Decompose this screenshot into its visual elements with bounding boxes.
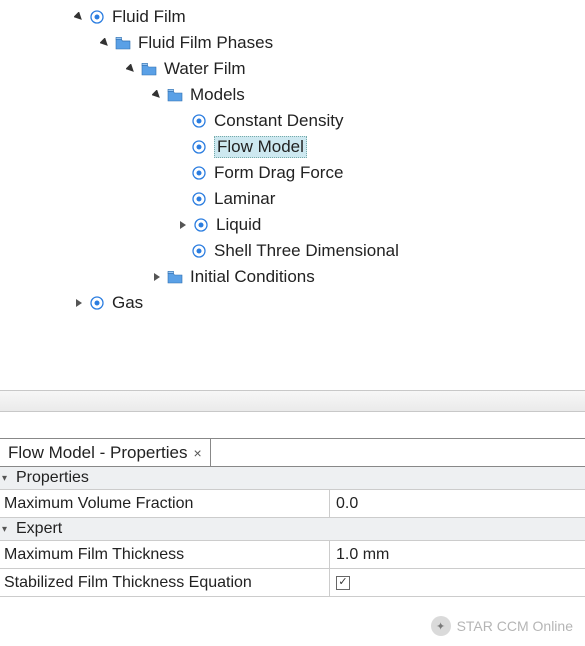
close-icon[interactable]: × — [194, 445, 202, 461]
module-icon — [190, 112, 208, 130]
module-icon — [190, 242, 208, 260]
property-value[interactable]: 1.0 mm — [330, 541, 585, 568]
tree-item-laminar[interactable]: Laminar — [0, 186, 585, 212]
tree-item-water-film[interactable]: Water Film — [0, 56, 585, 82]
model-tree[interactable]: Fluid Film Fluid Film Phases Water Film … — [0, 0, 585, 390]
tab-flow-model-properties[interactable]: Flow Model - Properties × — [0, 439, 211, 466]
tree-item-initial-conditions[interactable]: Initial Conditions — [0, 264, 585, 290]
tree-item-fluid-film[interactable]: Fluid Film — [0, 4, 585, 30]
tree-label: Laminar — [214, 189, 275, 209]
property-value[interactable]: 0.0 — [330, 490, 585, 517]
property-row-max-film-thickness: Maximum Film Thickness 1.0 mm — [0, 541, 585, 569]
property-name: Stabilized Film Thickness Equation — [0, 569, 330, 596]
folder-icon — [140, 60, 158, 78]
caret-down-icon: ▾ — [2, 473, 14, 484]
tree-item-fluid-film-phases[interactable]: Fluid Film Phases — [0, 30, 585, 56]
module-icon — [190, 138, 208, 156]
expand-toggle[interactable] — [150, 270, 164, 284]
folder-icon — [166, 268, 184, 286]
tree-label: Gas — [112, 293, 143, 313]
property-row-max-volume-fraction: Maximum Volume Fraction 0.0 — [0, 490, 585, 518]
properties-tab-bar: Flow Model - Properties × — [0, 438, 585, 467]
panel-divider[interactable] — [0, 390, 585, 412]
caret-down-icon: ▾ — [2, 524, 14, 535]
expand-toggle[interactable] — [150, 88, 164, 102]
tree-label: Fluid Film — [112, 7, 186, 27]
module-icon — [190, 164, 208, 182]
watermark: ✦ STAR CCM Online — [431, 616, 573, 636]
panel-gap — [0, 412, 585, 438]
tree-item-form-drag-force[interactable]: Form Drag Force — [0, 160, 585, 186]
tree-item-liquid[interactable]: Liquid — [0, 212, 585, 238]
tree-label: Fluid Film Phases — [138, 33, 273, 53]
property-name: Maximum Film Thickness — [0, 541, 330, 568]
tree-label: Form Drag Force — [214, 163, 343, 183]
module-icon — [190, 190, 208, 208]
section-title: Expert — [16, 520, 62, 538]
expand-toggle[interactable] — [98, 36, 112, 50]
section-header-properties[interactable]: ▾ Properties — [0, 467, 585, 490]
property-row-stabilized-equation: Stabilized Film Thickness Equation ✓ — [0, 569, 585, 597]
tree-item-constant-density[interactable]: Constant Density — [0, 108, 585, 134]
expand-toggle[interactable] — [72, 296, 86, 310]
section-header-expert[interactable]: ▾ Expert — [0, 518, 585, 541]
watermark-icon: ✦ — [431, 616, 451, 636]
tree-item-models[interactable]: Models — [0, 82, 585, 108]
tree-item-gas[interactable]: Gas — [0, 290, 585, 316]
tree-label: Models — [190, 85, 245, 105]
folder-icon — [166, 86, 184, 104]
expand-toggle[interactable] — [72, 10, 86, 24]
tree-label: Water Film — [164, 59, 246, 79]
tree-label: Shell Three Dimensional — [214, 241, 399, 261]
expand-toggle[interactable] — [176, 218, 190, 232]
tab-title: Flow Model - Properties — [8, 443, 188, 463]
tree-item-flow-model[interactable]: Flow Model — [0, 134, 585, 160]
tree-label: Flow Model — [214, 136, 307, 158]
property-value[interactable]: ✓ — [330, 569, 585, 596]
watermark-text: STAR CCM Online — [457, 618, 573, 634]
checkbox-checked-icon[interactable]: ✓ — [336, 576, 350, 590]
expand-toggle[interactable] — [124, 62, 138, 76]
tree-label: Liquid — [216, 215, 261, 235]
tree-item-shell-three-dimensional[interactable]: Shell Three Dimensional — [0, 238, 585, 264]
module-icon — [88, 294, 106, 312]
section-title: Properties — [16, 469, 89, 487]
module-icon — [88, 8, 106, 26]
module-icon — [192, 216, 210, 234]
tree-label: Initial Conditions — [190, 267, 315, 287]
folder-icon — [114, 34, 132, 52]
tree-label: Constant Density — [214, 111, 343, 131]
property-name: Maximum Volume Fraction — [0, 490, 330, 517]
